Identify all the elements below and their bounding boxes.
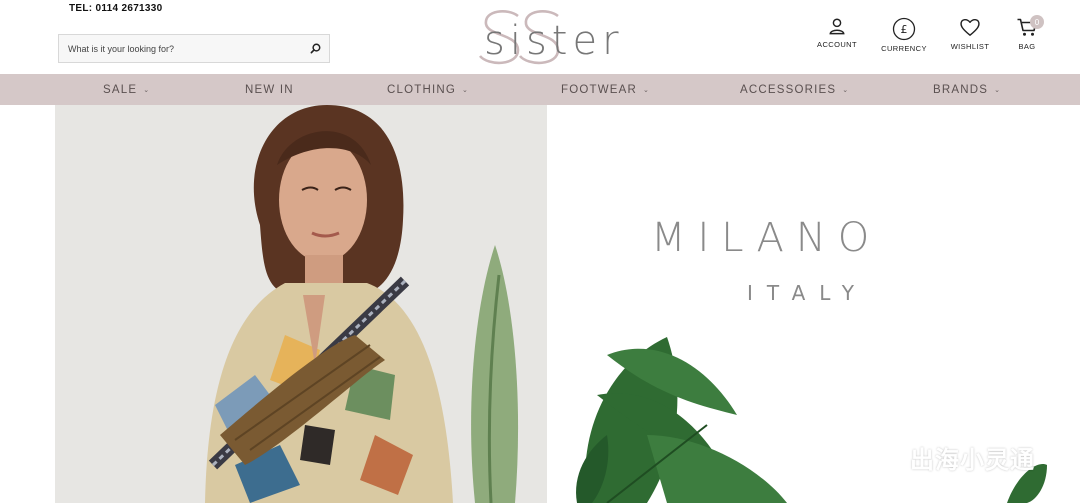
currency-label: CURRENCY bbox=[881, 44, 927, 53]
main-navigation: SALE ⌄ NEW IN CLOTHING ⌄ FOOTWEAR ⌄ ACCE… bbox=[0, 74, 1080, 105]
site-logo[interactable]: sister bbox=[478, 8, 628, 68]
nav-item-brands[interactable]: BRANDS ⌄ bbox=[933, 74, 1001, 105]
nav-item-new-in[interactable]: NEW IN bbox=[245, 74, 294, 105]
chevron-down-icon: ⌄ bbox=[643, 86, 651, 94]
bag-count-badge: 0 bbox=[1030, 15, 1044, 29]
nav-item-label: CLOTHING bbox=[387, 83, 457, 96]
wechat-watermark: 出海小灵通 bbox=[862, 440, 1035, 475]
nav-item-label: ACCESSORIES bbox=[740, 83, 837, 96]
user-icon bbox=[829, 18, 845, 35]
chevron-down-icon: ⌄ bbox=[994, 86, 1002, 94]
hero-banner-image[interactable] bbox=[55, 105, 547, 503]
pound-currency-icon: £ bbox=[892, 17, 916, 41]
nav-item-label: NEW IN bbox=[245, 83, 294, 96]
nav-item-label: FOOTWEAR bbox=[561, 83, 638, 96]
logo-wordmark: sister bbox=[484, 18, 624, 64]
nav-item-footwear[interactable]: FOOTWEAR ⌄ bbox=[561, 74, 650, 105]
currency-symbol: £ bbox=[901, 23, 908, 36]
account-label: ACCOUNT bbox=[817, 40, 857, 49]
nav-item-clothing[interactable]: CLOTHING ⌄ bbox=[387, 74, 469, 105]
promo-brand-title: MILANO bbox=[651, 215, 882, 261]
nav-item-accessories[interactable]: ACCESSORIES ⌄ bbox=[740, 74, 849, 105]
search-bar[interactable] bbox=[58, 34, 330, 63]
heart-icon bbox=[960, 18, 980, 36]
telephone-number: TEL: 0114 2671330 bbox=[69, 3, 163, 14]
chevron-down-icon: ⌄ bbox=[462, 86, 470, 94]
wechat-icon bbox=[862, 443, 900, 470]
chevron-down-icon: ⌄ bbox=[842, 86, 850, 94]
search-icon[interactable] bbox=[301, 35, 329, 62]
nav-item-label: BRANDS bbox=[933, 83, 989, 96]
watermark-text: 出海小灵通 bbox=[910, 447, 1035, 474]
bag-label: BAG bbox=[1018, 42, 1036, 51]
chevron-down-icon: ⌄ bbox=[143, 86, 151, 94]
currency-selector[interactable]: £ CURRENCY bbox=[874, 17, 934, 53]
account-link[interactable]: ACCOUNT bbox=[807, 17, 867, 49]
wishlist-link[interactable]: WISHLIST bbox=[940, 17, 1000, 51]
bag-link[interactable]: 0 BAG bbox=[997, 15, 1057, 51]
search-input[interactable] bbox=[59, 35, 301, 62]
nav-item-label: SALE bbox=[103, 83, 138, 96]
nav-item-sale[interactable]: SALE ⌄ bbox=[103, 74, 150, 105]
promo-brand-subtitle: ITALY bbox=[747, 281, 868, 305]
model-photo bbox=[55, 105, 547, 503]
wishlist-label: WISHLIST bbox=[950, 42, 990, 51]
